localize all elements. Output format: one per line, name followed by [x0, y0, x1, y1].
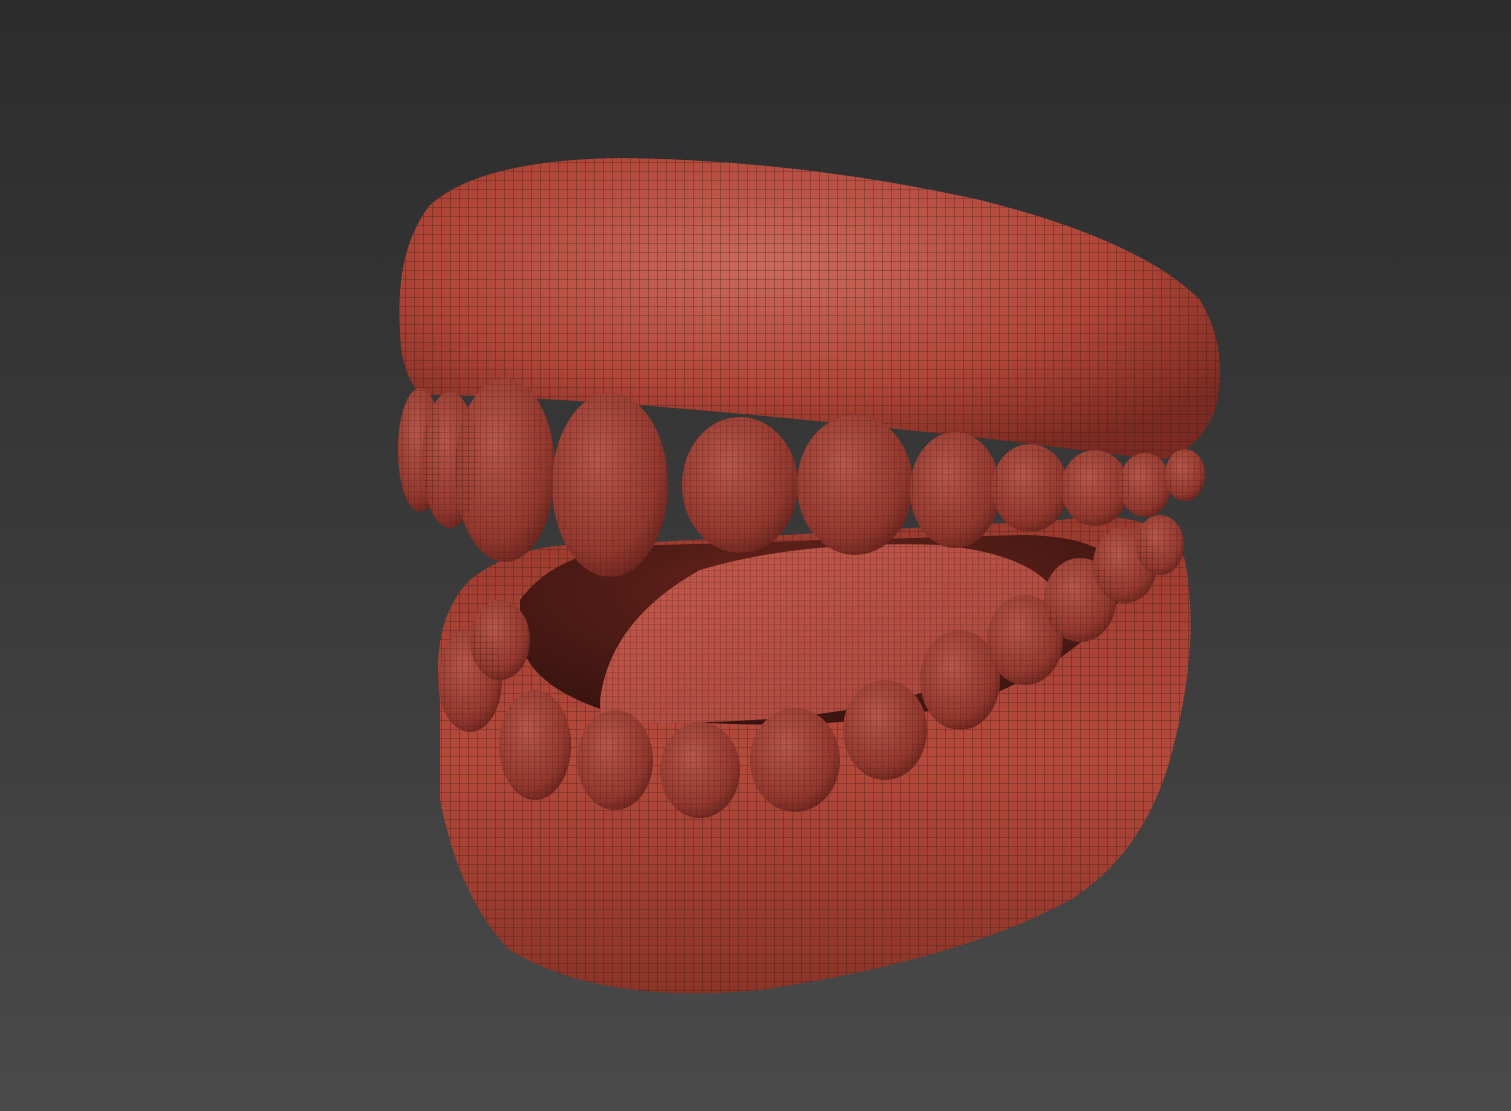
- dentures-model: [398, 158, 1220, 994]
- 3d-viewport[interactable]: [0, 0, 1511, 1111]
